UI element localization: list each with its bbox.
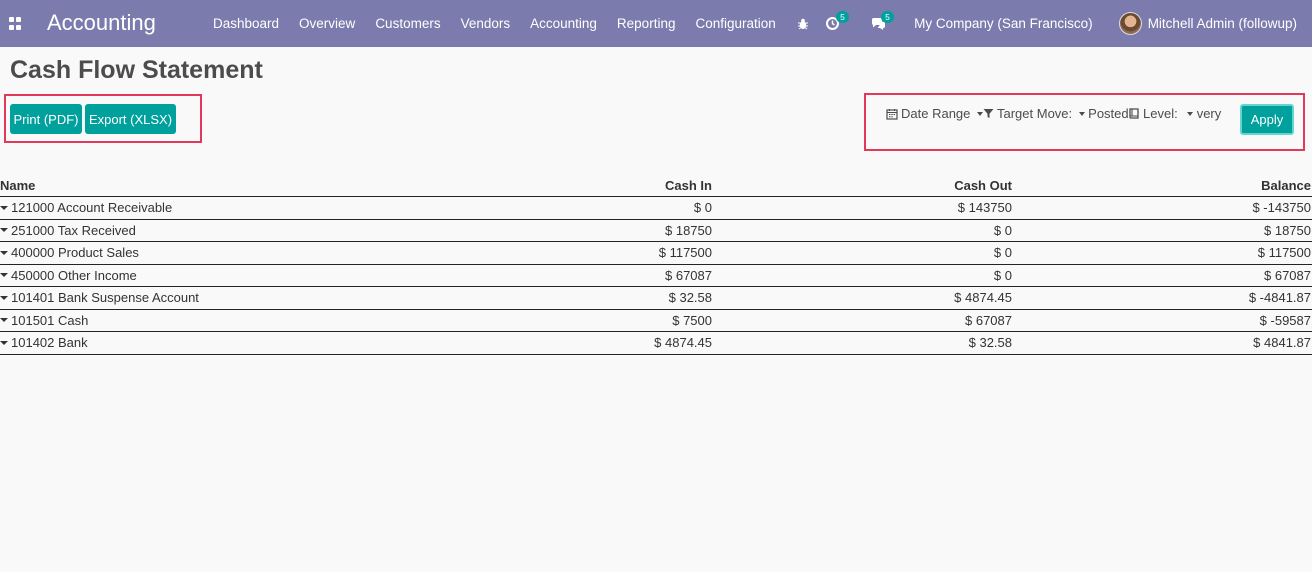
caret-down-icon[interactable] xyxy=(0,250,8,255)
target-move-value: Posted xyxy=(1088,106,1129,121)
date-range-label: Date Range xyxy=(901,106,971,121)
cash-in-value: $ 4874.45 xyxy=(654,335,712,351)
export-xlsx-button[interactable]: Export (XLSX) xyxy=(85,104,176,134)
level-caret-icon xyxy=(1186,111,1193,116)
header-name[interactable]: Name xyxy=(0,175,35,196)
caret-down-icon[interactable] xyxy=(0,205,8,210)
balance-value: $ -143750 xyxy=(1252,200,1311,216)
cash-in-value: $ 32.58 xyxy=(668,290,712,306)
cash-out-value: $ 143750 xyxy=(957,200,1012,216)
level-value: very xyxy=(1196,106,1222,121)
main-menu: Dashboard Overview Customers Vendors Acc… xyxy=(203,0,786,47)
menu-dashboard[interactable]: Dashboard xyxy=(203,16,289,31)
apply-button[interactable]: Apply xyxy=(1240,104,1294,135)
level-label: Level: xyxy=(1143,106,1178,121)
level-filter[interactable]: Level: very xyxy=(1128,106,1221,121)
menu-customers[interactable]: Customers xyxy=(365,16,450,31)
caret-down-icon[interactable] xyxy=(0,340,8,345)
cash-in-value: $ 67087 xyxy=(665,267,712,283)
cash-out-value: $ 67087 xyxy=(965,312,1012,328)
print-pdf-button[interactable]: Print (PDF) xyxy=(10,104,82,134)
balance-value: $ 18750 xyxy=(1264,222,1311,238)
filter-funnel-icon xyxy=(983,109,994,118)
caret-down-icon[interactable] xyxy=(0,295,8,300)
account-name[interactable]: 400000 Product Sales xyxy=(11,245,139,260)
cash-out-value: $ 0 xyxy=(993,245,1012,261)
account-name[interactable]: 450000 Other Income xyxy=(11,268,137,283)
menu-configuration[interactable]: Configuration xyxy=(685,16,785,31)
menu-vendors[interactable]: Vendors xyxy=(451,16,521,31)
book-icon xyxy=(1129,108,1139,119)
app-brand[interactable]: Accounting xyxy=(47,10,156,36)
table-row[interactable]: 121000 Account Receivable $ 0 $ 143750 $… xyxy=(0,197,1312,220)
target-move-caret-icon xyxy=(1079,111,1086,116)
cash-in-value: $ 18750 xyxy=(665,222,712,238)
caret-down-icon[interactable] xyxy=(0,318,8,323)
user-menu[interactable]: Mitchell Admin (followup) xyxy=(1148,16,1297,31)
account-name[interactable]: 101402 Bank xyxy=(11,335,88,350)
table-row[interactable]: 101401 Bank Suspense Account $ 32.58 $ 4… xyxy=(0,287,1312,310)
cash-out-value: $ 32.58 xyxy=(968,335,1012,351)
cash-in-value: $ 7500 xyxy=(672,312,712,328)
table-row[interactable]: 101501 Cash $ 7500 $ 67087 $ -59587 xyxy=(0,310,1312,332)
menu-accounting[interactable]: Accounting xyxy=(520,16,607,31)
target-move-filter[interactable]: Target Move: Posted xyxy=(983,106,1129,121)
caret-down-icon[interactable] xyxy=(0,273,8,278)
top-navbar: Accounting Dashboard Overview Customers … xyxy=(0,0,1312,47)
messages-chat-icon[interactable]: 5 xyxy=(871,11,894,30)
target-move-label: Target Move: xyxy=(997,106,1073,121)
table-row[interactable]: 400000 Product Sales $ 117500 $ 0 $ 1175… xyxy=(0,242,1312,265)
table-header: Name Cash In Cash Out Balance xyxy=(0,175,1312,197)
caret-down-icon[interactable] xyxy=(0,228,8,233)
account-name[interactable]: 121000 Account Receivable xyxy=(11,200,172,215)
cash-out-value: $ 4874.45 xyxy=(954,290,1012,306)
apps-menu-icon[interactable] xyxy=(9,17,22,30)
date-range-filter[interactable]: Date Range xyxy=(886,106,986,121)
table-row[interactable]: 101402 Bank $ 4874.45 $ 32.58 $ 4841.87 xyxy=(0,332,1312,355)
balance-value: $ 4841.87 xyxy=(1253,335,1311,351)
header-cash-in[interactable]: Cash In xyxy=(665,175,712,196)
account-name[interactable]: 101401 Bank Suspense Account xyxy=(11,290,199,305)
cash-flow-table: Name Cash In Cash Out Balance 121000 Acc… xyxy=(0,175,1312,355)
user-avatar[interactable] xyxy=(1118,12,1142,35)
messages-count-badge: 5 xyxy=(881,11,894,23)
balance-value: $ 67087 xyxy=(1264,267,1311,283)
cash-out-value: $ 0 xyxy=(993,267,1012,283)
table-row[interactable]: 251000 Tax Received $ 18750 $ 0 $ 18750 xyxy=(0,220,1312,242)
systray: 5 5 My Company (San Francisco) Mitchell … xyxy=(797,0,1312,47)
activity-clock-icon[interactable]: 5 xyxy=(826,11,849,30)
company-switcher[interactable]: My Company (San Francisco) xyxy=(914,16,1093,31)
account-name[interactable]: 251000 Tax Received xyxy=(11,223,136,238)
activity-count-badge: 5 xyxy=(836,11,849,23)
cash-in-value: $ 117500 xyxy=(658,245,712,261)
cash-out-value: $ 0 xyxy=(993,222,1012,238)
balance-value: $ 117500 xyxy=(1257,245,1311,261)
balance-value: $ -59587 xyxy=(1259,312,1311,328)
balance-value: $ -4841.87 xyxy=(1248,290,1311,306)
header-cash-out[interactable]: Cash Out xyxy=(954,175,1012,196)
filters-highlight xyxy=(864,93,1305,151)
page-title: Cash Flow Statement xyxy=(10,56,263,84)
cash-in-value: $ 0 xyxy=(693,200,712,216)
header-balance[interactable]: Balance xyxy=(1261,175,1311,196)
menu-reporting[interactable]: Reporting xyxy=(607,16,686,31)
menu-overview[interactable]: Overview xyxy=(289,16,365,31)
calendar-icon xyxy=(886,108,898,120)
table-row[interactable]: 450000 Other Income $ 67087 $ 0 $ 67087 xyxy=(0,265,1312,287)
account-name[interactable]: 101501 Cash xyxy=(11,313,88,328)
bug-icon[interactable] xyxy=(797,18,809,30)
